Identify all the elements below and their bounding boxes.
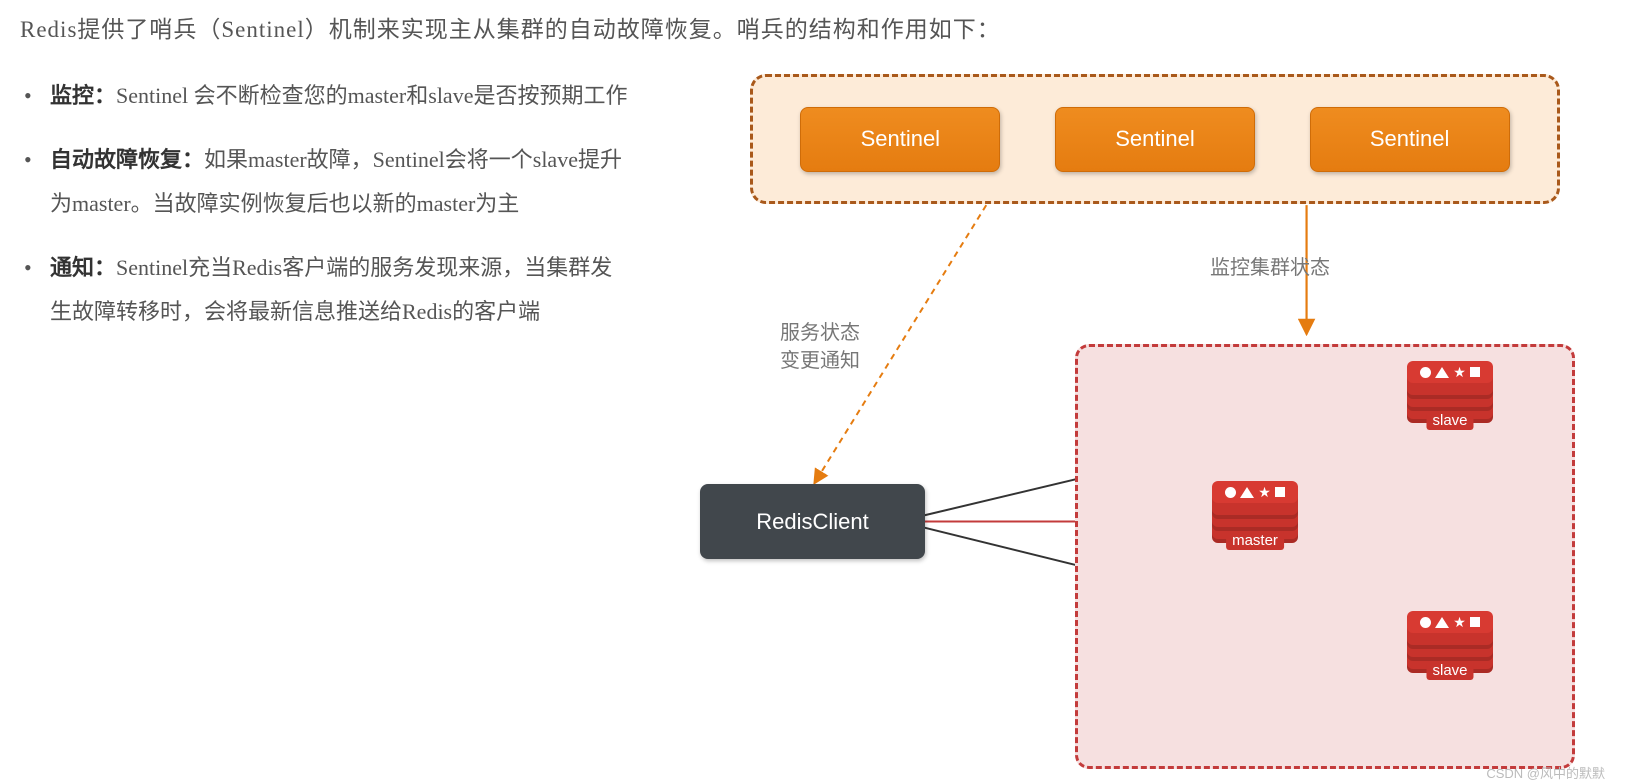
sentinel-node: Sentinel — [1055, 107, 1255, 172]
redis-slave-node: ★ slave — [1400, 619, 1500, 683]
node-label: slave — [1426, 661, 1473, 680]
bullet-item: 监控：Sentinel 会不断检查您的master和slave是否按预期工作 — [20, 74, 630, 118]
bullet-title: 自动故障恢复： — [50, 147, 204, 172]
label-monitor: 监控集群状态 — [1170, 254, 1370, 282]
bullet-title: 通知： — [50, 255, 116, 280]
sentinel-node: Sentinel — [1310, 107, 1510, 172]
redis-slave-node: ★ slave — [1400, 369, 1500, 433]
node-label: slave — [1426, 411, 1473, 430]
label-service-change: 服务状态 变更通知 — [770, 319, 870, 375]
watermark: CSDN @风中的默默 — [1486, 763, 1605, 782]
bullet-body: Sentinel 会不断检查您的master和slave是否按预期工作 — [116, 83, 627, 108]
text-column: 监控：Sentinel 会不断检查您的master和slave是否按预期工作 自… — [20, 74, 630, 774]
redis-cluster-box — [1075, 344, 1575, 769]
redis-master-node: ★ master — [1205, 489, 1305, 553]
node-label: master — [1226, 531, 1284, 550]
diagram-area: Sentinel Sentinel Sentinel 服务状态 变更通知 监控集… — [650, 74, 1605, 774]
intro-text: Redis提供了哨兵（Sentinel）机制来实现主从集群的自动故障恢复。哨兵的… — [20, 10, 1605, 44]
sentinel-node: Sentinel — [800, 107, 1000, 172]
sentinel-cluster-box: Sentinel Sentinel Sentinel — [750, 74, 1560, 204]
redis-client-node: RedisClient — [700, 484, 925, 559]
bullet-item: 自动故障恢复：如果master故障，Sentinel会将一个slave提升为ma… — [20, 138, 630, 226]
bullet-list: 监控：Sentinel 会不断检查您的master和slave是否按预期工作 自… — [20, 74, 630, 334]
main-layout: 监控：Sentinel 会不断检查您的master和slave是否按预期工作 自… — [20, 74, 1605, 774]
bullet-item: 通知：Sentinel充当Redis客户端的服务发现来源，当集群发生故障转移时，… — [20, 246, 630, 334]
bullet-body: Sentinel充当Redis客户端的服务发现来源，当集群发生故障转移时，会将最… — [50, 255, 612, 324]
bullet-title: 监控： — [50, 83, 116, 108]
